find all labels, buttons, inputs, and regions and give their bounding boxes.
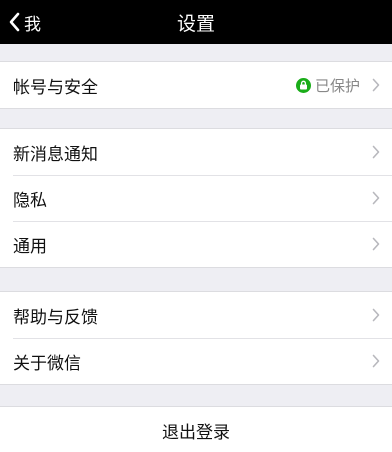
help-group: 帮助与反馈 关于微信 <box>0 291 392 385</box>
settings-item-label: 隐私 <box>13 190 47 211</box>
general-settings-group: 新消息通知 隐私 通用 <box>0 128 392 268</box>
settings-item-privacy[interactable]: 隐私 <box>0 175 392 221</box>
settings-item-label: 帐号与安全 <box>13 77 98 98</box>
navigation-bar: 我 设置 <box>0 0 392 44</box>
logout-label: 退出登录 <box>162 423 230 443</box>
account-group: 帐号与安全 已保护 <box>0 61 392 109</box>
settings-item-new-message-notification[interactable]: 新消息通知 <box>0 129 392 175</box>
protection-status: 已保护 <box>295 62 360 108</box>
page-title: 设置 <box>176 12 215 35</box>
chevron-right-icon <box>372 191 380 205</box>
chevron-right-icon <box>372 145 380 159</box>
settings-item-account-security[interactable]: 帐号与安全 已保护 <box>0 62 392 108</box>
lock-icon <box>295 77 311 93</box>
settings-item-label: 新消息通知 <box>13 144 98 165</box>
settings-item-label: 通用 <box>13 236 47 257</box>
settings-item-about-wechat[interactable]: 关于微信 <box>0 338 392 384</box>
chevron-right-icon <box>372 308 380 322</box>
chevron-right-icon <box>372 354 380 368</box>
settings-item-help-feedback[interactable]: 帮助与反馈 <box>0 292 392 338</box>
settings-item-label: 帮助与反馈 <box>13 307 98 328</box>
protection-status-label: 已保护 <box>314 76 360 95</box>
settings-item-label: 关于微信 <box>13 353 81 374</box>
chevron-right-icon <box>372 78 380 92</box>
settings-item-general[interactable]: 通用 <box>0 221 392 267</box>
logout-button[interactable]: 退出登录 <box>0 406 392 452</box>
chevron-right-icon <box>372 237 380 251</box>
